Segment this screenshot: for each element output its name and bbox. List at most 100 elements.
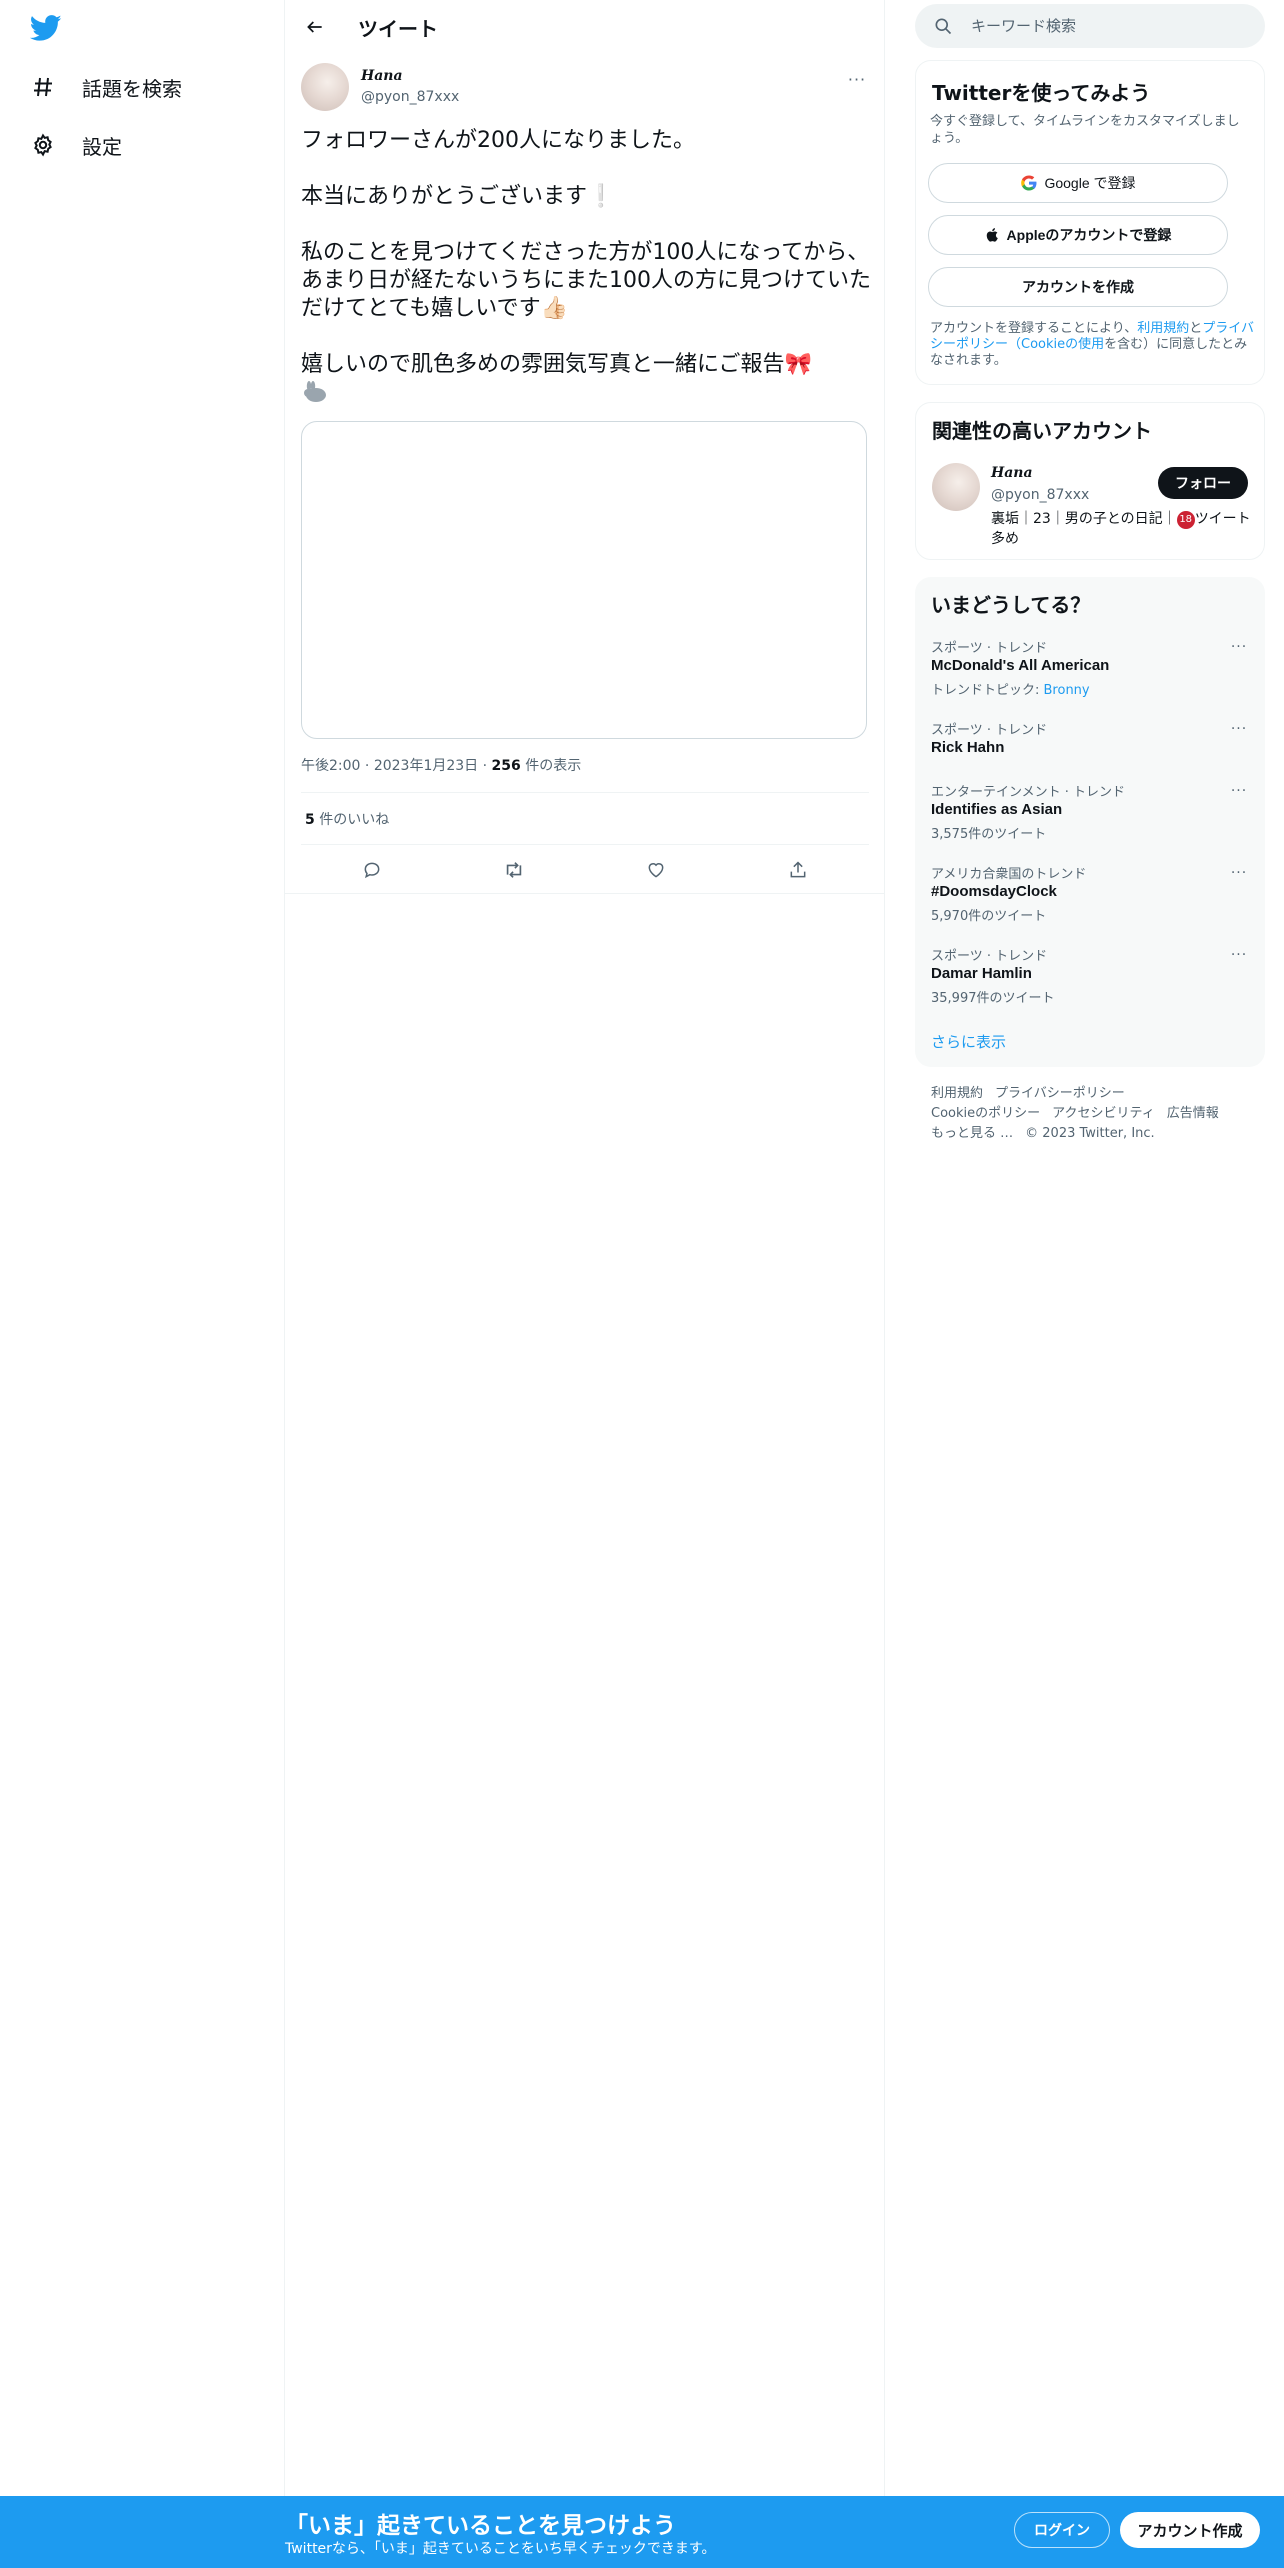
trend-sub: トレンドトピック: Bronny xyxy=(931,679,1090,698)
trend-more-icon[interactable]: ··· xyxy=(1229,865,1249,881)
legal-pre: アカウントを登録することにより、 xyxy=(930,321,1138,336)
gear-icon xyxy=(30,132,56,158)
footer-link[interactable]: 広告情報 xyxy=(1167,1106,1219,1121)
copyright: © 2023 Twitter, Inc. xyxy=(1025,1126,1155,1141)
trend-name: Damar Hamlin xyxy=(931,965,1032,982)
tweet-media[interactable] xyxy=(301,421,867,739)
trend-item[interactable]: アメリカ合衆国のトレンド #DoomsdayClock 5,970件のツイート … xyxy=(915,863,1265,933)
share-button[interactable] xyxy=(783,855,813,885)
trend-context: スポーツ · トレンド xyxy=(931,949,1048,964)
tweet-paragraph: 私のことを見つけてくださった方が100人になってから、あまり日が経たないうちにま… xyxy=(301,240,871,321)
related-bio: 裏垢｜23｜男の子との日記｜ 18 ツイート多め xyxy=(991,509,1251,549)
retweet-button[interactable] xyxy=(499,855,529,885)
signup-card: Twitterを使ってみよう 今すぐ登録して、タイムラインをカスタマイズしましょ… xyxy=(915,60,1265,385)
footer-more-link[interactable]: もっと見る … xyxy=(931,1126,1013,1141)
search-icon xyxy=(935,18,952,35)
show-more-link[interactable]: さらに表示 xyxy=(931,1031,1006,1052)
tweet-date[interactable]: 2023年1月23日 xyxy=(374,758,478,774)
views-label: 件の表示 xyxy=(520,758,582,774)
create-account-button[interactable]: アカウントを作成 xyxy=(928,267,1228,307)
login-banner: 「いま」起きていることを見つけよう Twitterなら、「いま」起きていることを… xyxy=(0,2496,1284,2568)
avatar[interactable] xyxy=(932,463,980,511)
reply-button[interactable] xyxy=(357,855,387,885)
tweet-time[interactable]: 午後2:00 xyxy=(301,758,360,774)
trends-card: いまどうしてる？ スポーツ · トレンド McDonald's All Amer… xyxy=(915,577,1265,1067)
google-signup-label: Google で登録 xyxy=(1044,175,1136,191)
nav-explore[interactable]: 話題を検索 xyxy=(30,67,182,107)
trend-name: Identifies as Asian xyxy=(931,801,1063,818)
tweet-display-name[interactable]: 𝑯𝒂𝒏𝒂 xyxy=(361,68,403,84)
main-column: ツイート 𝑯𝒂𝒏𝒂 @pyon_87xxx ··· フォロワーさんが200人にな… xyxy=(285,0,885,2496)
apple-signup-button[interactable]: Appleのアカウントで登録 xyxy=(928,215,1228,255)
rabbit-emoji-icon xyxy=(301,381,329,403)
legal-and: と xyxy=(1189,321,1203,336)
tweet-paragraph: 嬉しいので肌色多めの雰囲気写真と一緒にご報告🎀 xyxy=(301,352,812,377)
follow-button[interactable]: フォロー xyxy=(1158,467,1248,499)
tweet-actions xyxy=(285,845,885,893)
hashtag-icon xyxy=(30,74,56,100)
signup-button[interactable]: アカウント作成 xyxy=(1120,2512,1260,2548)
nav-settings[interactable]: 設定 xyxy=(30,125,122,165)
trend-more-icon[interactable]: ··· xyxy=(1229,639,1249,655)
trend-item[interactable]: スポーツ · トレンド Rick Hahn ··· xyxy=(915,719,1265,789)
nav-settings-label: 設定 xyxy=(82,134,122,159)
trend-more-icon[interactable]: ··· xyxy=(1229,783,1249,799)
google-signup-button[interactable]: Google で登録 xyxy=(928,163,1228,203)
related-handle[interactable]: @pyon_87xxx xyxy=(991,487,1089,503)
trend-context: アメリカ合衆国のトレンド xyxy=(931,867,1087,882)
apple-icon xyxy=(986,228,998,242)
bio-text: 裏垢｜23｜男の子との日記｜ xyxy=(991,511,1177,527)
views-count: 256 xyxy=(491,758,521,774)
legal-text: アカウントを登録することにより、利用規約とプライバシーポリシー（Cookieの使… xyxy=(930,321,1256,369)
meta-separator: · xyxy=(364,758,374,774)
tweet-paragraph: 本当にありがとうございます❕ xyxy=(301,184,615,209)
trend-sub: 3,575件のツイート xyxy=(931,827,1047,842)
back-button[interactable] xyxy=(301,13,329,41)
tweet-handle[interactable]: @pyon_87xxx xyxy=(361,89,459,105)
signup-subtitle: 今すぐ登録して、タイムラインをカスタマイズしましょう。 xyxy=(930,114,1240,146)
related-title: 関連性の高いアカウント xyxy=(932,419,1152,443)
search-input[interactable] xyxy=(971,14,1241,38)
left-nav: 話題を検索 設定 xyxy=(0,0,285,2496)
trend-item[interactable]: スポーツ · トレンド McDonald's All American トレンド… xyxy=(915,637,1265,707)
footer-link[interactable]: プライバシーポリシー xyxy=(995,1086,1125,1101)
trend-sub-text: トレンドトピック: xyxy=(931,683,1044,698)
main-header: ツイート xyxy=(285,0,885,53)
divider xyxy=(301,792,869,793)
login-button[interactable]: ログイン xyxy=(1014,2512,1110,2548)
heart-icon xyxy=(648,863,664,878)
trend-more-icon[interactable]: ··· xyxy=(1229,947,1249,963)
tweet-text: フォロワーさんが200人になりました。 本当にありがとうございます❕ 私のことを… xyxy=(301,127,871,407)
arrow-left-icon xyxy=(307,21,322,33)
footer-link[interactable]: アクセシビリティ xyxy=(1052,1106,1155,1121)
more-options-button[interactable]: ··· xyxy=(845,67,869,91)
google-icon xyxy=(1021,175,1037,191)
trend-context: エンターテインメント · トレンド xyxy=(931,785,1126,800)
avatar[interactable] xyxy=(301,63,349,111)
trend-item[interactable]: エンターテインメント · トレンド Identifies as Asian 3,… xyxy=(915,781,1265,851)
tweet-meta: 午後2:00 · 2023年1月23日 · 256 件の表示 xyxy=(301,755,581,775)
tweet-paragraph: フォロワーさんが200人になりました。 xyxy=(301,128,695,153)
trend-topic-link[interactable]: Bronny xyxy=(1044,683,1090,698)
signup-title: Twitterを使ってみよう xyxy=(932,81,1151,105)
likes-row[interactable]: 5 件のいいね xyxy=(305,809,389,829)
related-accounts-card: 関連性の高いアカウント 𝑯𝒂𝒏𝒂 @pyon_87xxx フォロー 裏垢｜23｜… xyxy=(915,402,1265,560)
footer-link[interactable]: Cookieのポリシー xyxy=(931,1106,1040,1121)
terms-link[interactable]: 利用規約 xyxy=(1137,321,1189,336)
nav-explore-label: 話題を検索 xyxy=(82,76,182,101)
footer-link[interactable]: 利用規約 xyxy=(931,1086,983,1101)
banner-subtitle: Twitterなら、「いま」起きていることをいち早くチェックできます。 xyxy=(285,2541,716,2557)
search-bar[interactable] xyxy=(915,4,1265,48)
twitter-bird-icon[interactable] xyxy=(29,12,66,48)
related-name[interactable]: 𝑯𝒂𝒏𝒂 xyxy=(991,465,1033,481)
trends-title: いまどうしてる？ xyxy=(931,593,1091,617)
trend-sub: 5,970件のツイート xyxy=(931,909,1047,924)
trend-more-icon[interactable]: ··· xyxy=(1229,721,1249,737)
like-button[interactable] xyxy=(641,855,671,885)
trend-item[interactable]: スポーツ · トレンド Damar Hamlin 35,997件のツイート ··… xyxy=(915,945,1265,1015)
more-dots-icon: ··· xyxy=(847,69,867,89)
page-title: ツイート xyxy=(358,17,438,41)
trend-context: スポーツ · トレンド xyxy=(931,641,1048,656)
footer-links: 利用規約 プライバシーポリシー Cookieのポリシー アクセシビリティ 広告情報 も… xyxy=(931,1084,1261,1144)
trend-name: #DoomsdayClock xyxy=(931,883,1057,900)
